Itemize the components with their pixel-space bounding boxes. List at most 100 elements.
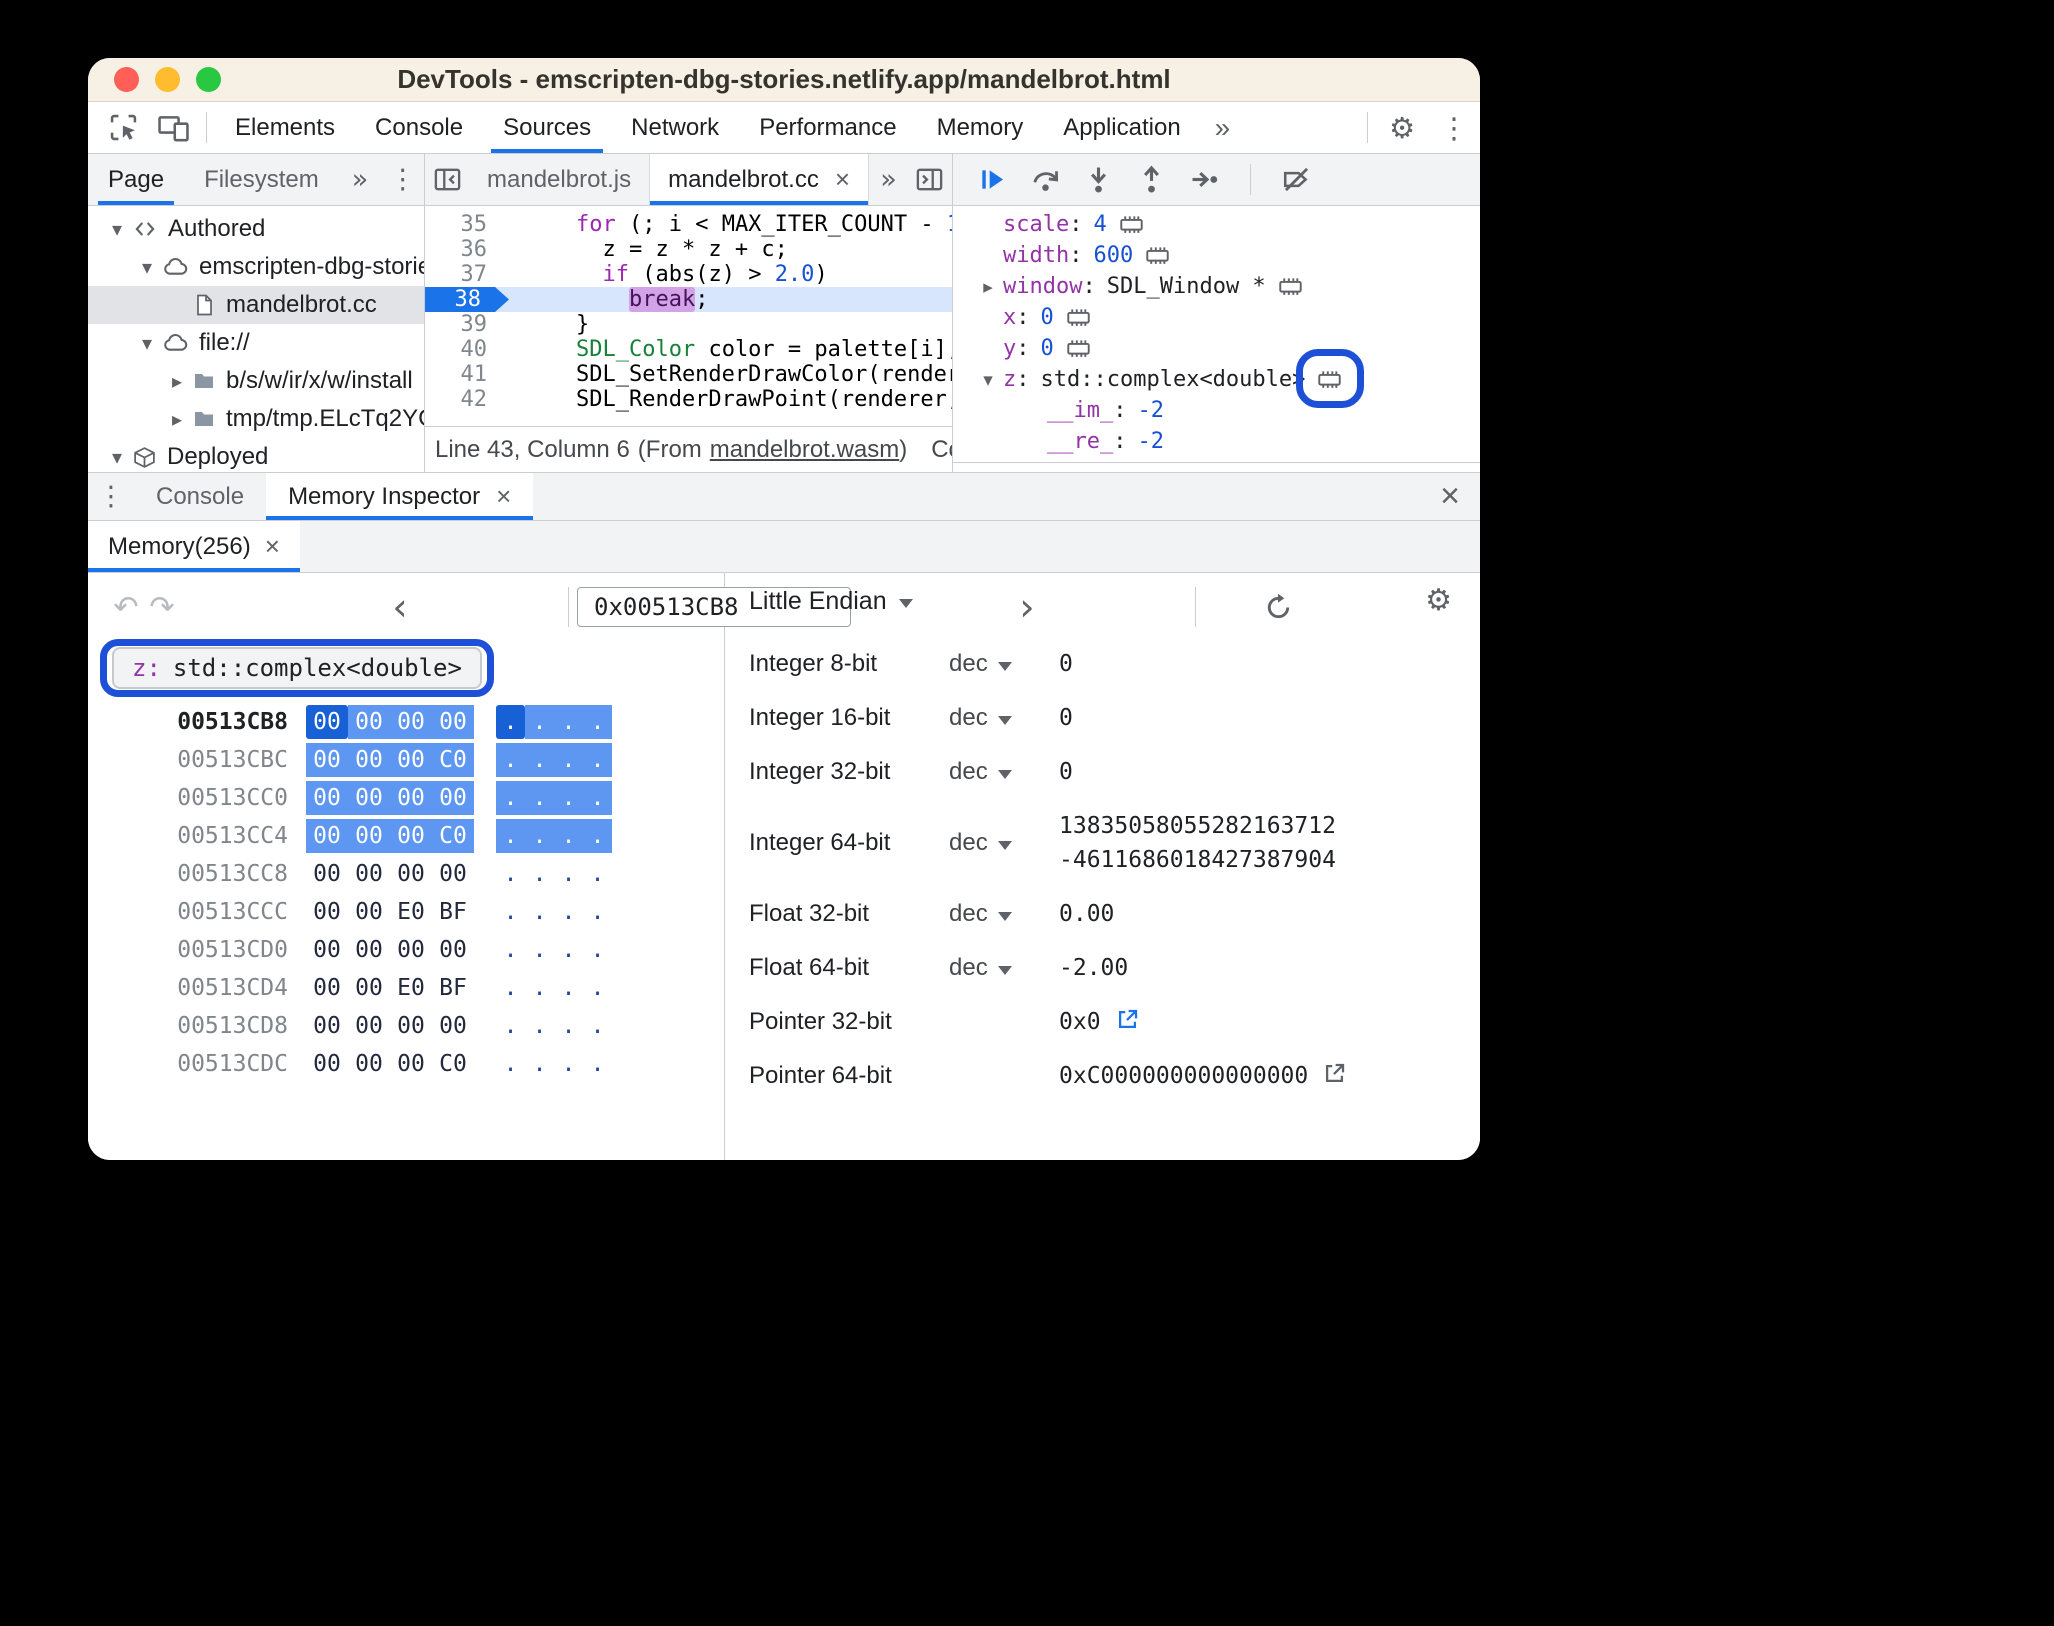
scope-variable-scale[interactable]: scale:4 — [953, 209, 1480, 240]
step-into-button[interactable] — [1083, 164, 1114, 195]
memory-byte[interactable]: 00 — [348, 895, 390, 929]
memory-icon[interactable] — [1119, 214, 1144, 235]
memory-byte[interactable]: 00 — [306, 1047, 348, 1081]
memory-byte[interactable]: 00 — [348, 781, 390, 815]
step-button[interactable] — [1189, 164, 1220, 195]
memory-byte[interactable]: BF — [432, 895, 474, 929]
memory-ascii-char[interactable]: . — [583, 819, 612, 853]
line-number[interactable]: 36 — [425, 237, 509, 262]
memory-icon[interactable] — [1066, 338, 1091, 359]
memory-byte[interactable]: 00 — [390, 819, 432, 853]
memory-ascii-char[interactable]: . — [525, 1047, 554, 1081]
line-number[interactable]: 37 — [425, 262, 509, 287]
hide-navigator-icon[interactable] — [425, 154, 469, 205]
line-number[interactable]: 35 — [425, 212, 509, 237]
tree-item-b-s-w-ir-x-w-install[interactable]: ▸ b/s/w/ir/x/w/install — [88, 362, 424, 400]
tree-collapsed-arrow-icon[interactable]: ▸ — [162, 407, 192, 431]
main-menu-kebab-icon[interactable]: ⋮ — [1428, 102, 1480, 153]
memory-byte[interactable]: 00 — [306, 781, 348, 815]
show-debugger-icon[interactable] — [908, 154, 952, 205]
memory-ascii-char[interactable]: . — [583, 895, 612, 929]
memory-byte[interactable]: 00 — [306, 933, 348, 967]
memory-ascii-char[interactable]: . — [554, 743, 583, 777]
execution-line-number[interactable]: 38 — [425, 287, 509, 312]
tree-item-emscripten-dbg-stories[interactable]: ▾ emscripten-dbg-stories — [88, 248, 424, 286]
memory-ascii-char[interactable]: . — [583, 971, 612, 1005]
memory-ascii-char[interactable]: . — [583, 933, 612, 967]
memory-byte[interactable]: 00 — [348, 819, 390, 853]
format-select[interactable]: dec — [949, 650, 1059, 678]
close-tab-icon[interactable]: × — [835, 164, 850, 195]
memory-byte[interactable]: 00 — [348, 933, 390, 967]
tree-item-tmp-tmp-elctq2ygn[interactable]: ▸ tmp/tmp.ELcTq2YGN — [88, 400, 424, 438]
memory-byte[interactable]: 00 — [306, 705, 348, 739]
jump-to-address-icon[interactable] — [1322, 1061, 1347, 1092]
memory-tab[interactable]: Memory(256) × — [88, 521, 300, 572]
memory-ascii-char[interactable]: . — [525, 705, 554, 739]
memory-byte[interactable]: E0 — [390, 895, 432, 929]
more-panels-icon[interactable]: » — [1201, 102, 1245, 153]
drawer-tab-console[interactable]: Console — [134, 473, 266, 520]
scope-variable-re[interactable]: __re_: -2 — [953, 426, 1480, 457]
memory-ascii-char[interactable]: . — [554, 933, 583, 967]
memory-ascii-char[interactable]: . — [583, 781, 612, 815]
memory-byte[interactable]: 00 — [306, 743, 348, 777]
code-editor[interactable]: 35 for (; i < MAX_ITER_COUNT - 1; i++)36… — [425, 206, 952, 426]
endianness-select[interactable]: Little Endian — [749, 587, 913, 616]
format-select[interactable]: dec — [949, 954, 1059, 982]
device-toolbar-icon[interactable] — [148, 102, 198, 153]
memory-byte[interactable]: C0 — [432, 819, 474, 853]
tree-expanded-arrow-icon[interactable]: ▾ — [102, 445, 132, 469]
memory-ascii-char[interactable]: . — [554, 1047, 583, 1081]
memory-byte[interactable]: 00 — [390, 1047, 432, 1081]
memory-byte[interactable]: 00 — [432, 933, 474, 967]
line-number[interactable]: 41 — [425, 362, 509, 387]
sidebar-tab-filesystem[interactable]: Filesystem — [184, 154, 339, 205]
redo-icon[interactable]: ↷ — [144, 587, 180, 627]
close-memory-inspector-icon[interactable]: × — [496, 481, 511, 512]
tree-item-mandelbrot-cc[interactable]: mandelbrot.cc — [88, 286, 424, 324]
memory-byte[interactable]: 00 — [306, 1009, 348, 1043]
sidebar-tab-page[interactable]: Page — [88, 154, 184, 205]
memory-ascii-char[interactable]: . — [496, 743, 525, 777]
memory-ascii-char[interactable]: . — [583, 743, 612, 777]
memory-byte[interactable]: 00 — [306, 819, 348, 853]
interpreter-settings-gear-icon[interactable]: ⚙ — [1425, 583, 1452, 618]
scope-variable-x[interactable]: x:0 — [953, 302, 1480, 333]
format-select[interactable]: dec — [949, 758, 1059, 786]
memory-ascii-char[interactable]: . — [583, 1047, 612, 1081]
wasm-source-link[interactable]: mandelbrot.wasm — [710, 436, 899, 464]
memory-byte[interactable]: 00 — [306, 895, 348, 929]
memory-ascii-char[interactable]: . — [496, 971, 525, 1005]
memory-byte[interactable]: 00 — [432, 781, 474, 815]
memory-byte[interactable]: 00 — [432, 857, 474, 891]
memory-ascii-char[interactable]: . — [583, 1009, 612, 1043]
memory-byte[interactable]: 00 — [390, 933, 432, 967]
memory-ascii-char[interactable]: . — [496, 857, 525, 891]
editor-tab-mandelbrot-cc[interactable]: mandelbrot.cc × — [650, 154, 870, 205]
close-window-button[interactable] — [114, 67, 139, 92]
memory-ascii-char[interactable]: . — [583, 705, 612, 739]
inspect-icon[interactable] — [98, 102, 148, 153]
memory-byte[interactable]: BF — [432, 971, 474, 1005]
tree-collapsed-arrow-icon[interactable]: ▸ — [162, 369, 192, 393]
memory-ascii-char[interactable]: . — [525, 743, 554, 777]
tree-expanded-arrow-icon[interactable]: ▾ — [132, 255, 162, 279]
scope-expanded-arrow-icon[interactable]: ▾ — [973, 369, 1003, 391]
line-number[interactable]: 39 — [425, 312, 509, 337]
memory-ascii-char[interactable]: . — [554, 971, 583, 1005]
format-select[interactable]: dec — [949, 829, 1059, 857]
memory-ascii-char[interactable]: . — [554, 895, 583, 929]
memory-ascii-char[interactable]: . — [554, 819, 583, 853]
scope-variable-width[interactable]: width:600 — [953, 240, 1480, 271]
format-select[interactable]: dec — [949, 704, 1059, 732]
memory-byte[interactable]: 00 — [306, 971, 348, 1005]
memory-byte[interactable]: 00 — [390, 1009, 432, 1043]
memory-ascii-char[interactable]: . — [554, 705, 583, 739]
memory-ascii-char[interactable]: . — [525, 857, 554, 891]
line-number[interactable]: 40 — [425, 337, 509, 362]
memory-ascii-char[interactable]: . — [496, 1047, 525, 1081]
drawer-kebab-icon[interactable]: ⋮ — [88, 473, 134, 520]
step-over-button[interactable] — [1030, 164, 1061, 195]
tree-item-deployed[interactable]: ▾ Deployed — [88, 438, 424, 472]
